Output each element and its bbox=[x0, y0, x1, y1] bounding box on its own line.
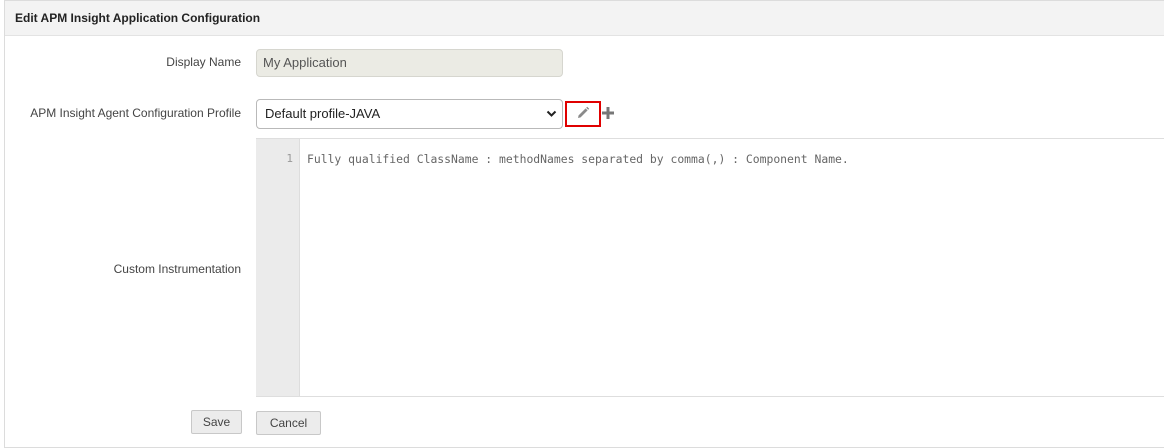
pencil-icon bbox=[576, 106, 590, 123]
plus-icon bbox=[602, 106, 614, 122]
custom-instrumentation-label: Custom Instrumentation bbox=[113, 262, 241, 276]
agent-profile-select[interactable]: Default profile-JAVA bbox=[256, 99, 563, 129]
editor-line[interactable]: Fully qualified ClassName : methodNames … bbox=[307, 152, 849, 166]
line-number: 1 bbox=[286, 152, 293, 165]
chevron-down-icon bbox=[546, 100, 557, 138]
custom-instrumentation-editor[interactable]: 1 Fully qualified ClassName : methodName… bbox=[256, 138, 1164, 397]
edit-profile-button[interactable] bbox=[565, 101, 601, 127]
add-profile-button[interactable] bbox=[601, 103, 615, 125]
line-number-gutter: 1 bbox=[256, 139, 300, 396]
display-name-label: Display Name bbox=[166, 55, 241, 69]
save-button[interactable]: Save bbox=[191, 410, 242, 434]
edit-config-panel: Edit APM Insight Application Configurati… bbox=[4, 0, 1164, 448]
agent-profile-selected-value: Default profile-JAVA bbox=[265, 106, 381, 121]
panel-title: Edit APM Insight Application Configurati… bbox=[5, 0, 1164, 36]
agent-profile-label: APM Insight Agent Configuration Profile bbox=[30, 106, 241, 120]
display-name-field[interactable]: My Application bbox=[256, 49, 563, 77]
cancel-button[interactable]: Cancel bbox=[256, 411, 321, 435]
